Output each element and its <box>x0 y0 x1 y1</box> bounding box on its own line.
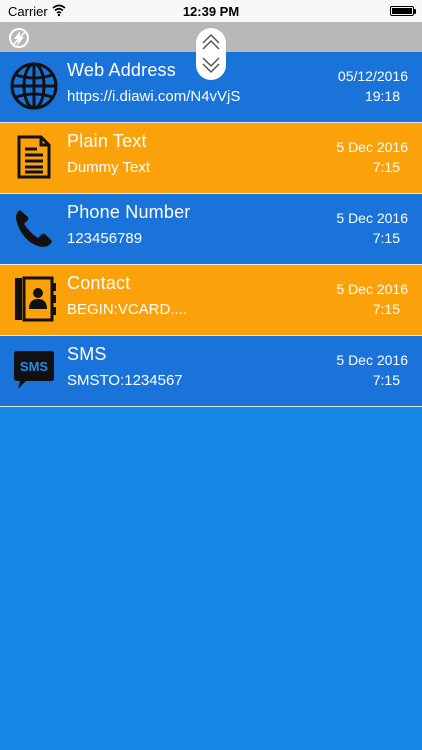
item-subtitle: SMSTO:1234567 <box>67 372 183 389</box>
item-time: 19:18 <box>364 88 400 104</box>
contact-book-icon <box>10 275 58 323</box>
sort-handle[interactable] <box>196 28 226 80</box>
item-subtitle: https://i.diawi.com/N4vVjS <box>67 88 241 105</box>
battery-icon <box>390 6 416 16</box>
item-time: 7:15 <box>372 301 400 317</box>
item-subtitle: Dummy Text <box>67 159 151 176</box>
item-date: 05/12/2016 <box>337 68 408 84</box>
item-date: 5 Dec 2016 <box>336 210 408 226</box>
chevron-up-icon[interactable] <box>200 32 222 52</box>
status-time: 12:39 PM <box>182 4 240 19</box>
item-title: Phone Number <box>67 202 191 222</box>
item-title: Web Address <box>67 60 176 80</box>
item-title: Plain Text <box>67 131 147 151</box>
flash-icon[interactable] <box>9 28 29 48</box>
history-list: Web Address https://i.diawi.com/N4vVjS 0… <box>0 52 422 407</box>
status-bar: Carrier 12:39 PM <box>0 0 422 22</box>
item-time: 7:15 <box>372 372 400 388</box>
item-date: 5 Dec 2016 <box>336 139 408 155</box>
item-subtitle: BEGIN:VCARD.... <box>67 301 188 318</box>
sms-icon: SMS <box>10 346 58 394</box>
item-date: 5 Dec 2016 <box>336 281 408 297</box>
sms-icon-label: SMS <box>20 359 49 374</box>
item-time: 7:15 <box>372 230 400 246</box>
list-item[interactable]: SMS SMS SMSTO:1234567 5 Dec 2016 7:15 <box>0 336 422 407</box>
chevron-down-icon[interactable] <box>200 55 222 75</box>
list-item[interactable]: Plain Text Dummy Text 5 Dec 2016 7:15 <box>0 123 422 194</box>
phone-icon <box>10 204 58 252</box>
document-icon <box>10 133 58 181</box>
list-item[interactable]: Phone Number 123456789 5 Dec 2016 7:15 <box>0 194 422 265</box>
item-subtitle: 123456789 <box>67 230 143 247</box>
globe-icon <box>10 62 58 110</box>
item-date: 5 Dec 2016 <box>336 352 408 368</box>
item-time: 7:15 <box>372 159 400 175</box>
item-title: SMS <box>67 344 107 364</box>
list-item[interactable]: Contact BEGIN:VCARD.... 5 Dec 2016 7:15 <box>0 265 422 336</box>
item-title: Contact <box>67 273 131 293</box>
